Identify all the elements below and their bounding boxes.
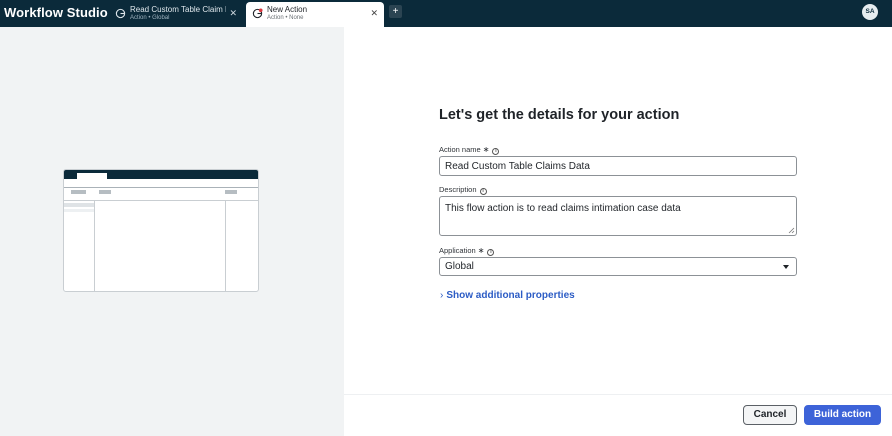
chevron-down-icon (783, 265, 789, 269)
tab-new-action[interactable]: New Action Action • None ✕ (246, 2, 384, 27)
page-title: Let's get the details for your action (439, 107, 680, 123)
application-label-text: Application (439, 246, 476, 255)
close-icon[interactable]: ✕ (370, 9, 378, 18)
description-label-text: Description (439, 185, 477, 194)
new-tab-button[interactable]: + (389, 5, 402, 18)
description-field[interactable]: This flow action is to read claims intim… (439, 196, 797, 236)
action-name-field[interactable] (439, 156, 797, 176)
resize-handle-icon[interactable] (788, 227, 795, 234)
tab-subtitle: Action • None (267, 15, 304, 21)
description-label: Description i (439, 185, 487, 195)
info-icon[interactable]: i (492, 148, 500, 155)
action-name-label-text: Action name (439, 145, 481, 154)
footer-divider (344, 394, 892, 395)
show-additional-properties-label: Show additional properties (446, 290, 575, 301)
close-icon[interactable]: ✕ (229, 9, 237, 18)
application-select[interactable]: Global (439, 257, 797, 276)
build-action-button[interactable]: Build action (804, 405, 881, 425)
cancel-button[interactable]: Cancel (743, 405, 797, 425)
illustration-graphic (64, 170, 258, 291)
action-illustration (63, 169, 259, 292)
action-icon (115, 8, 126, 19)
info-icon[interactable]: i (487, 249, 495, 256)
action-name-label: Action name ∗ i (439, 145, 500, 155)
application-label: Application ∗ i (439, 246, 495, 256)
info-icon[interactable]: i (479, 188, 487, 195)
avatar[interactable]: SA (862, 4, 878, 20)
required-icon: ∗ (477, 246, 485, 255)
tab-title: New Action (267, 5, 308, 14)
tab-subtitle: Action • Global (130, 15, 170, 21)
action-icon (252, 8, 263, 19)
tab-read-custom-table[interactable]: Read Custom Table Claim D Action • Globa… (109, 2, 243, 27)
required-icon: ∗ (482, 145, 490, 154)
top-bar: Workflow Studio Read Custom Table Claim … (0, 0, 892, 27)
application-select-value: Global (445, 261, 474, 272)
app-title: Workflow Studio (4, 5, 108, 20)
show-additional-properties-link[interactable]: › Show additional properties (440, 290, 575, 301)
chevron-right-icon: › (440, 290, 444, 301)
tab-title: Read Custom Table Claim D (130, 5, 226, 14)
